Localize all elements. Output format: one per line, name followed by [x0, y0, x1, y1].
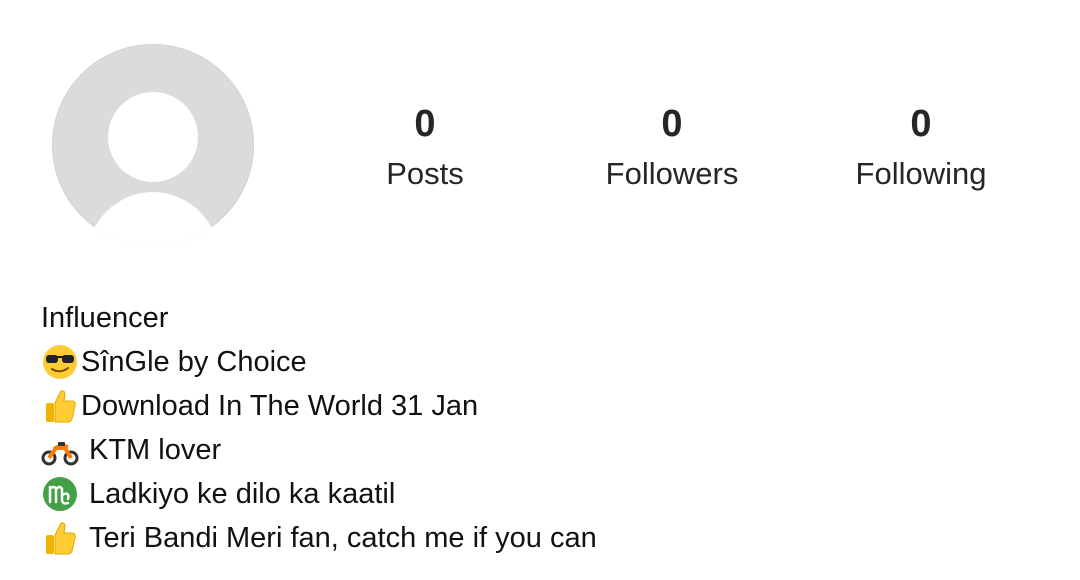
- followers-stat[interactable]: 0 Followers: [572, 100, 772, 194]
- bio-line-text: SînGle by Choice: [81, 346, 307, 378]
- followers-count: 0: [661, 103, 683, 145]
- bio-category: Influencer: [41, 296, 597, 340]
- bio-line-text: Download In The World 31 Jan: [81, 390, 479, 422]
- bio-line: KTM lover: [41, 428, 597, 472]
- posts-label: Posts: [386, 156, 464, 191]
- posts-count: 0: [414, 103, 436, 145]
- followers-label: Followers: [605, 156, 739, 191]
- profile-bio: Influencer SînGle by Choice Download In …: [41, 296, 597, 560]
- bio-line: Ladkiyo ke dilo ka kaatil: [41, 472, 597, 516]
- default-avatar-icon: [87, 92, 219, 246]
- following-count: 0: [910, 103, 932, 145]
- thumbs-up-icon: [41, 387, 79, 425]
- bio-line-text: KTM lover: [89, 434, 222, 466]
- bio-line-text: Ladkiyo ke dilo ka kaatil: [89, 478, 396, 510]
- following-stat[interactable]: 0 Following: [821, 100, 1021, 194]
- posts-stat[interactable]: 0 Posts: [325, 100, 525, 194]
- virgo-icon: [41, 475, 79, 513]
- profile-avatar[interactable]: [52, 44, 254, 246]
- following-label: Following: [855, 156, 987, 191]
- thumbs-up-icon: [41, 519, 79, 557]
- bio-line: Download In The World 31 Jan: [41, 384, 597, 428]
- bio-line: Teri Bandi Meri fan, catch me if you can: [41, 516, 597, 560]
- bio-line-text: Teri Bandi Meri fan, catch me if you can: [89, 522, 597, 554]
- motorcycle-icon: [41, 431, 79, 469]
- bio-category-text: Influencer: [41, 302, 169, 334]
- bio-line: SînGle by Choice: [41, 340, 597, 384]
- sunglasses-face-icon: [41, 343, 79, 381]
